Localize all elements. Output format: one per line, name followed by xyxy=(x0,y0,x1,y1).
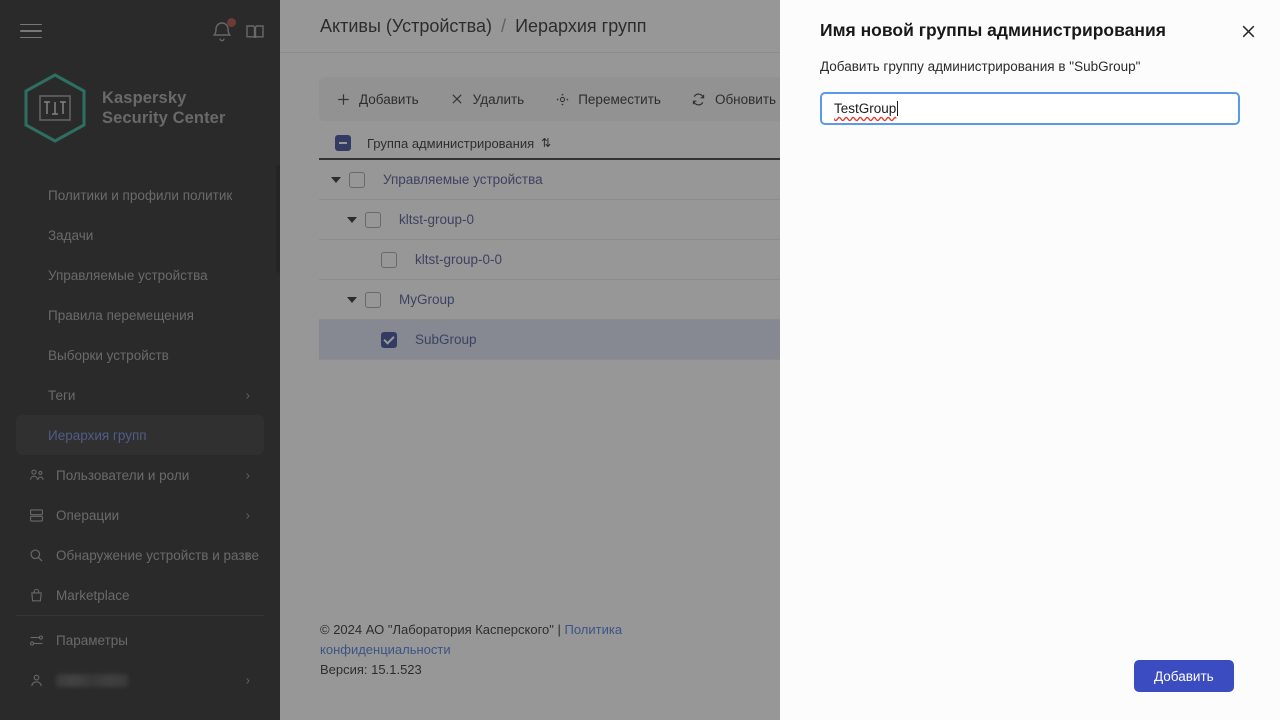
close-icon[interactable] xyxy=(1233,16,1263,46)
submit-button[interactable]: Добавить xyxy=(1134,660,1234,692)
group-name-input-value: TestGroup xyxy=(834,101,897,116)
group-name-input[interactable]: TestGroup xyxy=(820,92,1240,125)
text-caret xyxy=(897,101,899,116)
app-root: Kaspersky Security Center Политики и про… xyxy=(0,0,1280,720)
dialog-subtitle: Добавить группу администрирования в "Sub… xyxy=(820,59,1141,74)
dialog-title: Имя новой группы администрирования xyxy=(820,20,1166,40)
